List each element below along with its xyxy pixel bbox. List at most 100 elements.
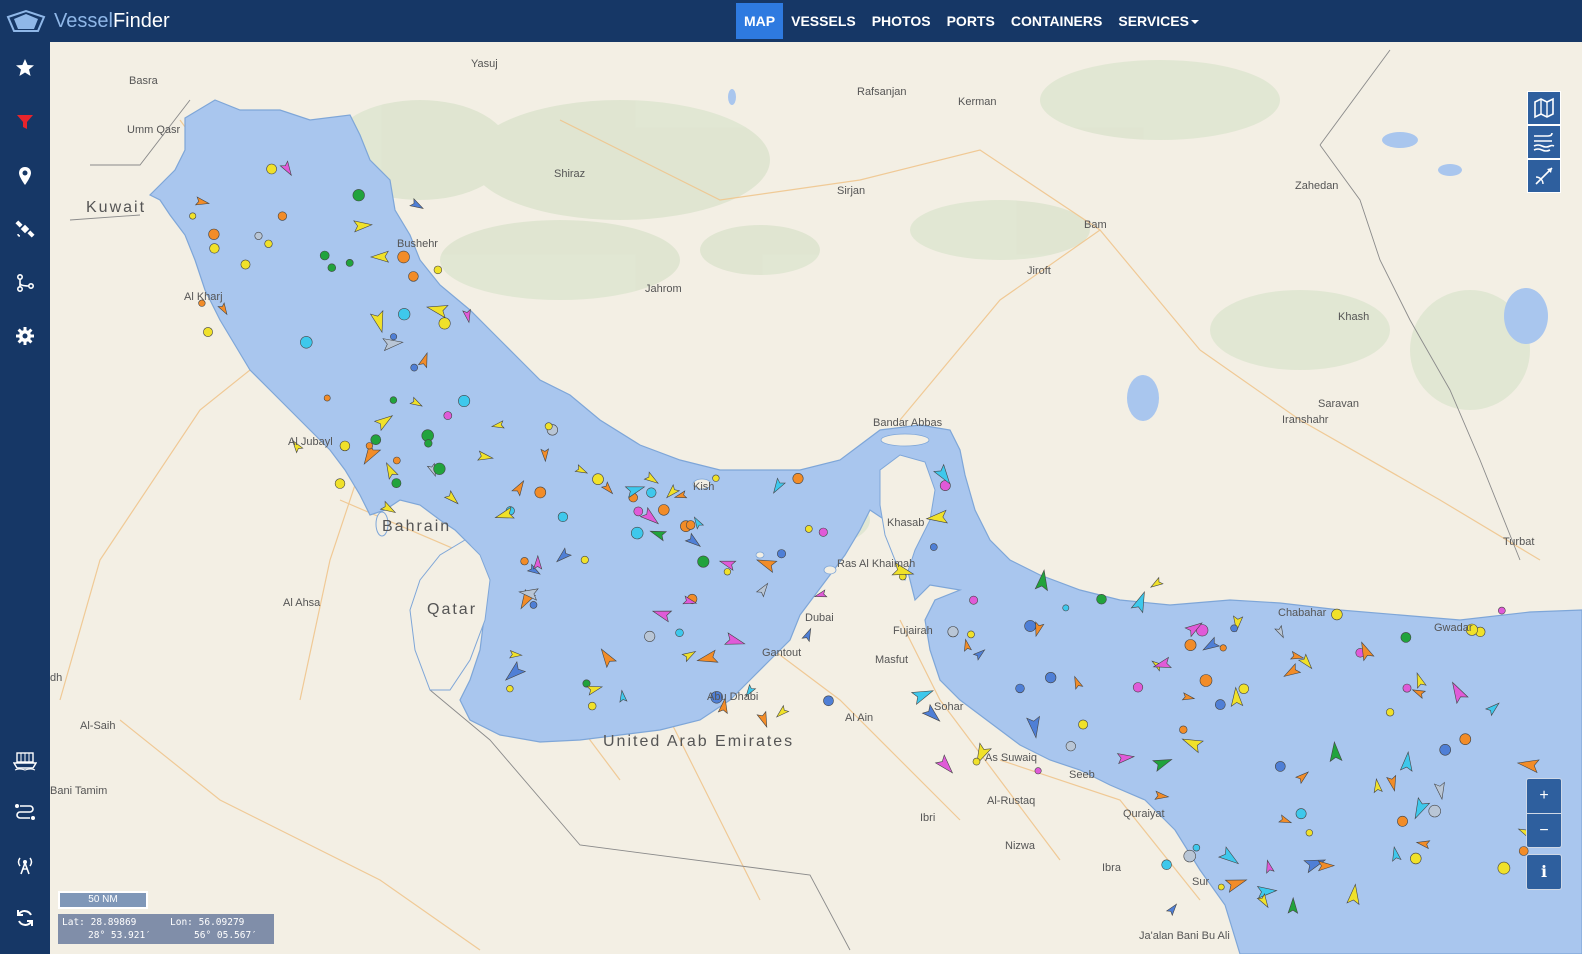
vessel-marker-moving[interactable] xyxy=(684,532,703,550)
vessel-marker-stopped[interactable] xyxy=(972,757,981,766)
vessel-marker-moving[interactable] xyxy=(1149,576,1164,591)
vessel-marker-stopped[interactable] xyxy=(675,628,684,637)
vessel-marker-moving[interactable] xyxy=(813,589,828,600)
vessel-marker-moving[interactable] xyxy=(1282,663,1302,681)
vessel-marker-moving[interactable] xyxy=(600,481,616,496)
vessel-marker-stopped[interactable] xyxy=(723,568,732,576)
vessel-marker-stopped[interactable] xyxy=(345,258,354,267)
vessel-marker-moving[interactable] xyxy=(962,638,972,652)
vessel-marker-moving[interactable] xyxy=(597,646,617,669)
vessel-marker-stopped[interactable] xyxy=(967,630,975,639)
vessel-marker-moving[interactable] xyxy=(774,704,790,720)
vessel-marker-stopped[interactable] xyxy=(1161,859,1172,870)
vessel-marker-stopped[interactable] xyxy=(630,526,644,540)
vessel-marker-stopped[interactable] xyxy=(1439,743,1451,756)
vessel-marker-moving[interactable] xyxy=(217,302,230,316)
vessel-marker-stopped[interactable] xyxy=(1215,699,1226,710)
vessel-marker-moving[interactable] xyxy=(934,754,957,777)
vessel-marker-moving[interactable] xyxy=(477,450,494,462)
vessel-marker-moving[interactable] xyxy=(1413,672,1427,689)
weather-button[interactable] xyxy=(1527,125,1561,159)
vessel-marker-stopped[interactable] xyxy=(1015,683,1025,694)
vessel-marker-stopped[interactable] xyxy=(587,701,597,711)
vessel-marker-moving[interactable] xyxy=(756,710,771,729)
vessel-marker-stopped[interactable] xyxy=(319,250,330,261)
vessel-marker-stopped[interactable] xyxy=(1132,682,1144,693)
vessel-marker-stopped[interactable] xyxy=(1428,804,1441,818)
zoom-out-button[interactable]: − xyxy=(1527,814,1561,848)
vessel-marker-stopped[interactable] xyxy=(592,473,604,486)
logo[interactable]: Vessel Finder xyxy=(6,6,170,36)
vessel-marker-moving[interactable] xyxy=(1317,860,1336,872)
vessel-marker-stopped[interactable] xyxy=(240,259,251,270)
vessel-marker-stopped[interactable] xyxy=(410,363,419,372)
vessel-marker-moving[interactable] xyxy=(417,352,432,369)
vessel-marker-moving[interactable] xyxy=(540,448,550,463)
vessel-marker-moving[interactable] xyxy=(1287,896,1299,914)
vessel-marker-stopped[interactable] xyxy=(658,504,670,516)
vessel-marker-moving[interactable] xyxy=(755,554,778,573)
vessel-marker-moving[interactable] xyxy=(1295,769,1311,785)
vessel-marker-stopped[interactable] xyxy=(203,327,213,337)
vessel-marker-stopped[interactable] xyxy=(1219,644,1227,652)
nav-services[interactable]: SERVICES xyxy=(1110,3,1207,39)
vessel-marker-moving[interactable] xyxy=(770,477,786,495)
vessel-marker-stopped[interactable] xyxy=(792,472,804,484)
satellite-button[interactable] xyxy=(0,209,50,249)
vessel-marker-stopped[interactable] xyxy=(506,685,514,693)
vessel-marker-stopped[interactable] xyxy=(443,411,453,420)
vessel-marker-moving[interactable] xyxy=(1433,781,1446,801)
vessel-marker-moving[interactable] xyxy=(651,606,673,623)
vessel-marker-moving[interactable] xyxy=(409,396,424,409)
vessel-marker-stopped[interactable] xyxy=(327,263,336,272)
vessel-marker-moving[interactable] xyxy=(279,160,295,177)
zoom-in-button[interactable]: + xyxy=(1527,779,1561,814)
vessel-marker-stopped[interactable] xyxy=(804,525,813,533)
vessel-marker-moving[interactable] xyxy=(373,411,396,432)
vessel-marker-stopped[interactable] xyxy=(1192,843,1201,852)
vessel-marker-stopped[interactable] xyxy=(1179,725,1188,734)
vessel-marker-stopped[interactable] xyxy=(424,439,433,448)
vessel-marker-stopped[interactable] xyxy=(557,511,569,523)
nav-photos[interactable]: PHOTOS xyxy=(864,3,939,39)
route-planner-button[interactable] xyxy=(0,792,50,832)
vessel-marker-moving[interactable] xyxy=(1399,751,1414,772)
vessel-marker-moving[interactable] xyxy=(379,500,398,516)
vessel-marker-stopped[interactable] xyxy=(398,308,411,321)
measure-button[interactable] xyxy=(1527,159,1561,193)
vessel-marker-stopped[interactable] xyxy=(633,506,644,517)
vessel-marker-stopped[interactable] xyxy=(1062,604,1070,612)
vessel-marker-stopped[interactable] xyxy=(390,333,398,341)
vessel-marker-moving[interactable] xyxy=(1130,590,1150,614)
vessel-marker-moving[interactable] xyxy=(1165,902,1180,917)
vessel-marker-stopped[interactable] xyxy=(1497,861,1511,875)
vessel-marker-moving[interactable] xyxy=(511,478,527,497)
vessel-marker-stopped[interactable] xyxy=(438,317,451,330)
vessel-marker-stopped[interactable] xyxy=(776,549,786,559)
vessel-marker-stopped[interactable] xyxy=(300,336,313,349)
vessel-marker-moving[interactable] xyxy=(1180,733,1204,754)
vessel-marker-moving[interactable] xyxy=(1411,686,1427,700)
vessel-marker-moving[interactable] xyxy=(1217,846,1242,868)
vessel-marker-stopped[interactable] xyxy=(1385,708,1395,717)
vessel-marker-moving[interactable] xyxy=(1386,774,1399,792)
vessel-marker-moving[interactable] xyxy=(409,198,425,212)
vessel-marker-stopped[interactable] xyxy=(1295,808,1307,820)
vessel-marker-stopped[interactable] xyxy=(391,478,402,488)
vessel-marker-stopped[interactable] xyxy=(1331,608,1343,621)
vessel-marker-stopped[interactable] xyxy=(334,478,346,489)
vessel-marker-moving[interactable] xyxy=(1256,885,1278,899)
vessel-marker-moving[interactable] xyxy=(1516,757,1540,774)
vessel-marker-stopped[interactable] xyxy=(534,486,547,499)
vessel-marker-moving[interactable] xyxy=(696,649,719,666)
vessel-marker-stopped[interactable] xyxy=(1459,733,1472,746)
vessel-marker-stopped[interactable] xyxy=(1096,593,1107,605)
vessel-marker-moving[interactable] xyxy=(618,689,628,703)
vessel-marker-stopped[interactable] xyxy=(1238,683,1250,694)
vessel-marker-stopped[interactable] xyxy=(818,527,828,537)
vessel-marker-moving[interactable] xyxy=(490,420,505,430)
vessel-marker-stopped[interactable] xyxy=(1199,674,1213,687)
route-button[interactable] xyxy=(0,263,50,303)
vessel-marker-moving[interactable] xyxy=(194,196,210,207)
vessel-marker-stopped[interactable] xyxy=(458,394,471,407)
